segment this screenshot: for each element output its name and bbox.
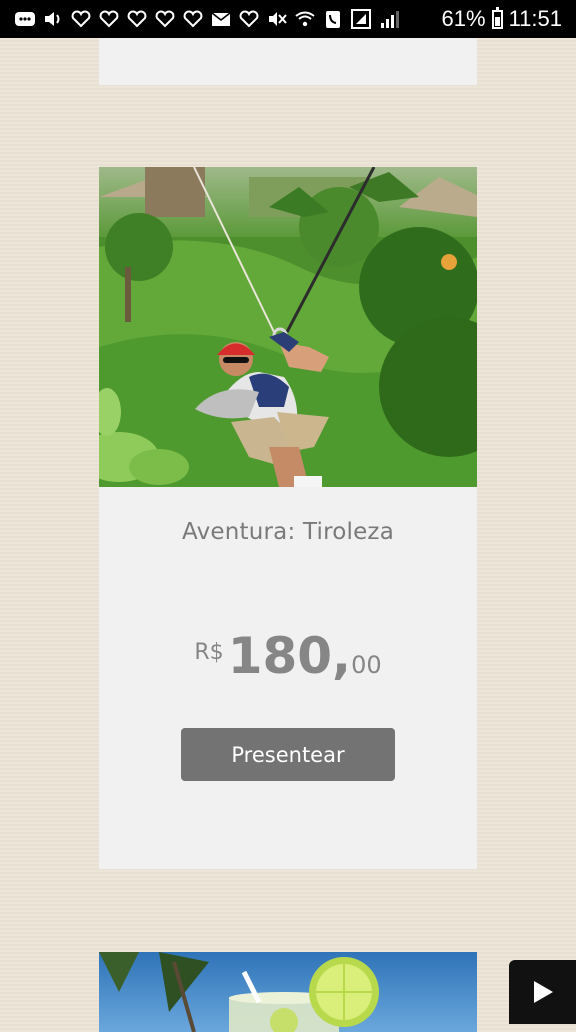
message-icon <box>15 12 35 26</box>
heart-icon <box>155 10 175 28</box>
signal-box-icon <box>351 9 371 29</box>
play-button[interactable] <box>509 960 576 1024</box>
previous-product-card[interactable] <box>99 38 477 85</box>
battery-percent: 61% <box>441 6 486 31</box>
phone-icon <box>326 11 340 28</box>
zipline-photo[interactable] <box>99 167 477 487</box>
cocktail-beach-photo[interactable] <box>99 952 477 1032</box>
status-right: 61% 11:51 <box>442 4 562 34</box>
heart-icon <box>71 10 91 28</box>
product-title: Aventura: Tiroleza <box>182 519 394 545</box>
product-price: R$180,00 <box>99 627 477 685</box>
cocktail-beach-illustration <box>99 952 477 1032</box>
status-bar: 61% 11:51 <box>0 0 576 38</box>
heart-icon <box>127 10 147 28</box>
cell-signal-icon <box>381 11 399 28</box>
wifi-call-icon <box>295 11 315 27</box>
heart-icon <box>183 10 203 28</box>
battery-icon <box>491 7 503 29</box>
zipline-photo-illustration <box>99 167 477 487</box>
play-icon <box>533 981 553 1003</box>
price-cents: 00 <box>351 651 382 679</box>
heart-icon <box>99 10 119 28</box>
heart-icon <box>239 10 259 28</box>
clock: 11:51 <box>508 6 562 31</box>
next-product-card[interactable] <box>99 952 477 1032</box>
battery-fill <box>494 16 500 26</box>
price-integer: 180, <box>227 627 352 685</box>
mute-icon <box>269 12 287 26</box>
volume-icon <box>45 12 60 26</box>
product-card: Aventura: Tiroleza R$180,00 Presentear <box>99 167 477 869</box>
price-currency: R$ <box>194 640 224 665</box>
notification-icons <box>14 8 400 30</box>
mail-icon <box>211 12 231 26</box>
gift-button[interactable]: Presentear <box>181 728 395 781</box>
